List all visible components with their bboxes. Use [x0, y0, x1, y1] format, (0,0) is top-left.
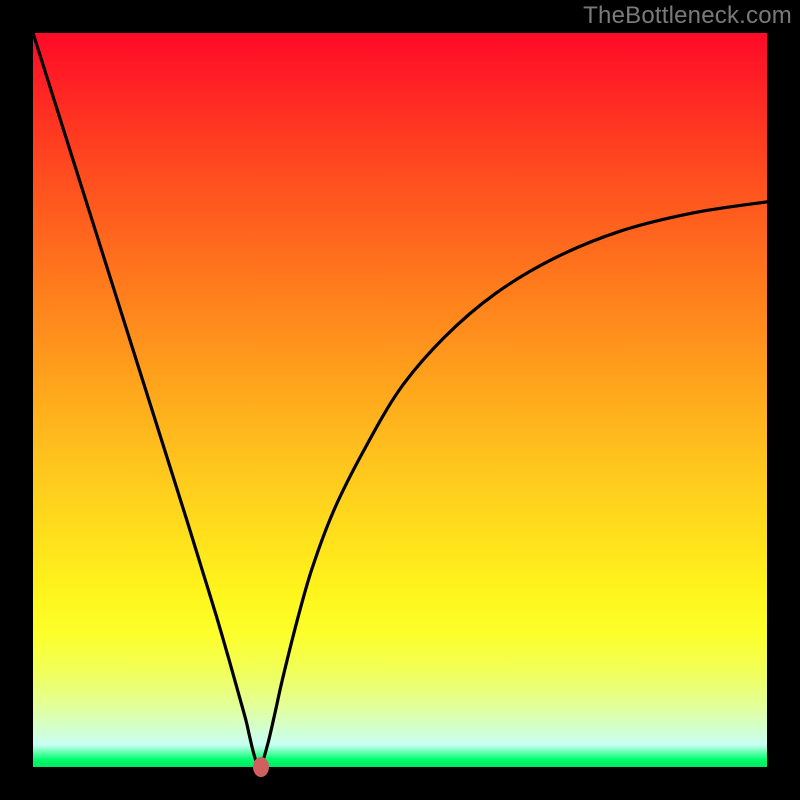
bottleneck-curve — [33, 33, 767, 767]
optimum-marker — [253, 757, 269, 777]
watermark-label: TheBottleneck.com — [583, 2, 792, 30]
chart-frame: TheBottleneck.com — [0, 0, 800, 800]
chart-plot-area — [33, 33, 767, 767]
